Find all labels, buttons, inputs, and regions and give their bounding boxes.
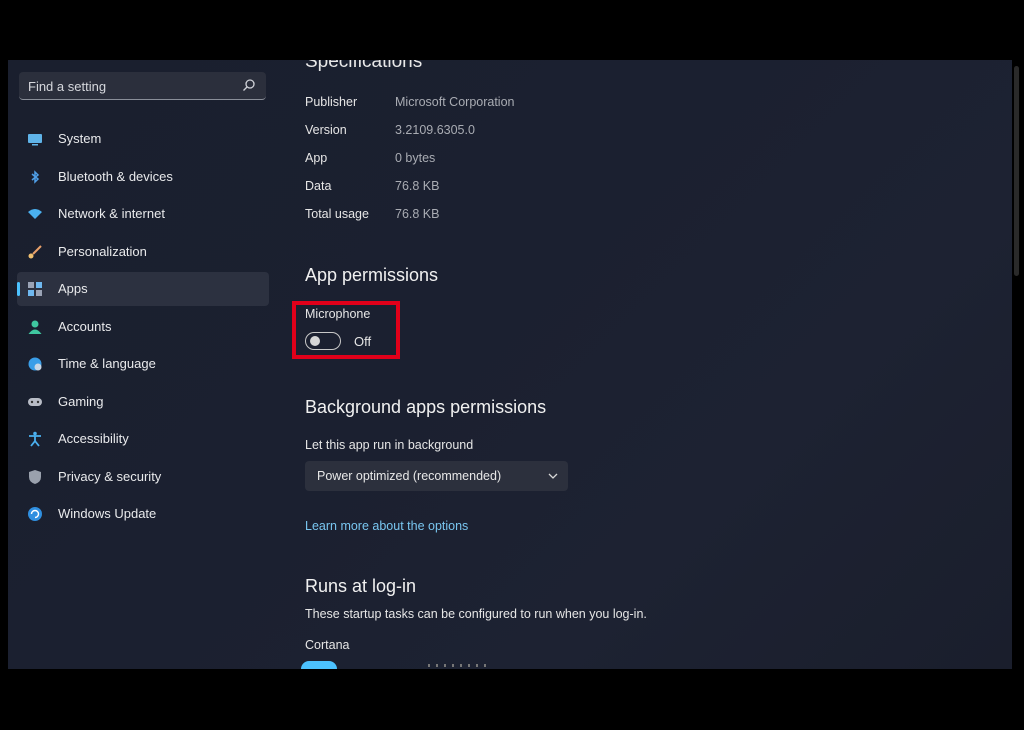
background-label: Let this app run in background — [305, 438, 474, 452]
sidebar-nav: System Bluetooth & devices Network & int… — [17, 122, 269, 535]
sidebar-item-accounts[interactable]: Accounts — [17, 310, 269, 344]
person-icon — [28, 320, 42, 334]
startup-description: These startup tasks can be configured to… — [305, 607, 647, 621]
spec-value: 76.8 KB — [395, 207, 440, 221]
app-permissions-heading: App permissions — [305, 265, 439, 285]
runs-at-login-heading: Runs at log-in — [305, 576, 417, 596]
wifi-icon — [28, 209, 42, 219]
highlight-box — [292, 301, 400, 359]
specifications-heading: Specifications — [305, 60, 423, 72]
brush-icon — [28, 244, 42, 258]
update-icon — [28, 507, 42, 521]
apps-icon — [28, 282, 42, 296]
spec-value: Microsoft Corporation — [395, 95, 515, 109]
sidebar-item-label: Network & internet — [58, 206, 165, 221]
background-permissions-heading: Background apps permissions — [305, 397, 547, 417]
search-icon[interactable] — [242, 78, 256, 92]
spec-value: 76.8 KB — [395, 179, 440, 193]
search-input[interactable]: Find a setting — [19, 72, 266, 100]
bluetooth-icon — [31, 169, 40, 184]
sidebar-item-label: Accounts — [58, 318, 112, 334]
search-placeholder: Find a setting — [28, 79, 107, 94]
sidebar-item-network[interactable]: Network & internet — [17, 197, 269, 231]
chevron-down-icon — [548, 473, 558, 479]
dropdown-value: Power optimized (recommended) — [317, 469, 502, 483]
spec-key: Data — [305, 179, 332, 193]
sidebar-item-accessibility[interactable]: Accessibility — [17, 422, 269, 456]
sidebar-item-label: System — [58, 131, 102, 146]
settings-window: Find a setting System Bluetooth & device… — [8, 60, 1020, 669]
accessibility-icon — [29, 431, 41, 447]
spec-key: Publisher — [305, 95, 358, 109]
sidebar-item-label: Personalization — [58, 243, 147, 259]
sidebar-item-gaming[interactable]: Gaming — [17, 385, 269, 419]
learn-more-link[interactable]: Learn more about the options — [305, 519, 468, 533]
globe-clock-icon — [28, 357, 42, 371]
spec-key: Version — [305, 123, 347, 137]
sidebar-item-label: Bluetooth & devices — [58, 168, 173, 184]
sidebar-item-system[interactable]: System — [17, 122, 269, 156]
system-icon — [28, 134, 42, 146]
gamepad-icon — [28, 397, 42, 406]
sidebar-item-label: Windows Update — [58, 506, 157, 521]
sidebar-item-label: Accessibility — [58, 431, 129, 446]
spec-key: Total usage — [305, 207, 369, 221]
sidebar-item-bluetooth[interactable]: Bluetooth & devices — [17, 160, 269, 194]
sidebar-item-label: Apps — [58, 281, 88, 296]
sidebar-item-label: Time & language — [58, 356, 156, 371]
spec-key: App — [305, 151, 328, 165]
cut-off-text — [428, 664, 488, 667]
sidebar-item-windows-update[interactable]: Windows Update — [17, 497, 269, 531]
spec-value: 3.2109.6305.0 — [395, 123, 475, 137]
cortana-label: Cortana — [305, 638, 350, 652]
spec-value: 0 bytes — [395, 151, 436, 165]
cortana-toggle[interactable] — [301, 661, 337, 669]
shield-icon — [29, 469, 41, 484]
background-dropdown[interactable]: Power optimized (recommended) — [305, 461, 568, 491]
sidebar-item-privacy[interactable]: Privacy & security — [17, 460, 269, 494]
sidebar-item-apps[interactable]: Apps — [17, 272, 269, 306]
sidebar-item-label: Privacy & security — [58, 468, 162, 484]
sidebar-item-label: Gaming — [58, 393, 104, 409]
scrollbar-thumb[interactable] — [1014, 66, 1019, 276]
sidebar-item-personalization[interactable]: Personalization — [17, 235, 269, 269]
sidebar-item-time-language[interactable]: Time & language — [17, 347, 269, 381]
